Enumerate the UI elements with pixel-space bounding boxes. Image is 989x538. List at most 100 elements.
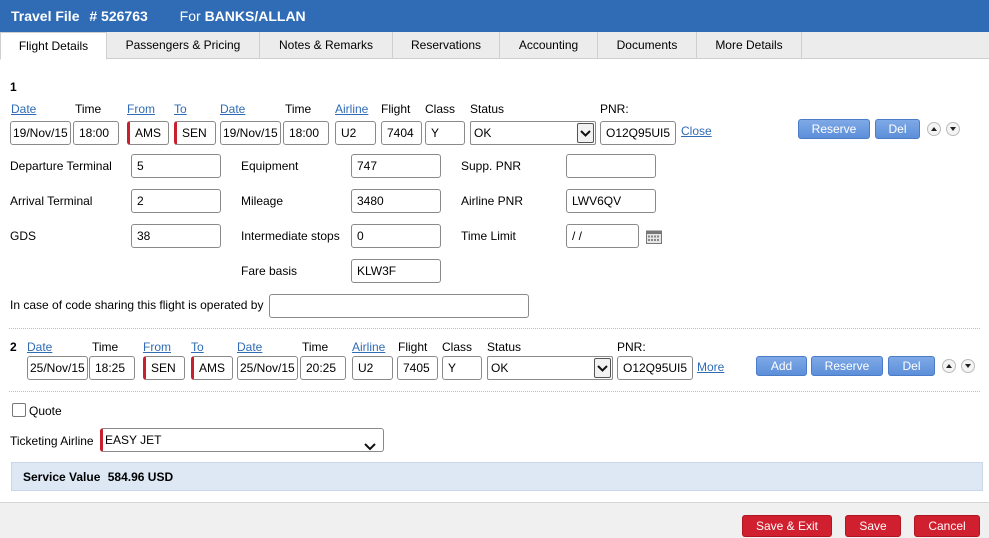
- gds-input[interactable]: 38: [131, 224, 221, 248]
- supp-pnr-input[interactable]: [566, 154, 656, 178]
- arrival-terminal-input[interactable]: 2: [131, 189, 221, 213]
- time-header: Time: [75, 102, 102, 116]
- class-input[interactable]: Y: [442, 356, 482, 380]
- time-limit-input[interactable]: / /: [566, 224, 639, 248]
- quote-checkbox[interactable]: [12, 403, 26, 417]
- pnr-input[interactable]: O12Q95UI5: [617, 356, 693, 380]
- airline-header-link[interactable]: Airline: [352, 340, 385, 354]
- status-select[interactable]: OK: [487, 356, 613, 380]
- arrival-time-input[interactable]: 18:00: [283, 121, 329, 145]
- time-header: Time: [285, 102, 312, 116]
- segment-number: 1: [10, 80, 17, 94]
- arrival-date-input[interactable]: 25/Nov/15: [237, 356, 298, 380]
- tab-bar: Flight Details Passengers & Pricing Note…: [0, 32, 989, 60]
- ticketing-airline-select[interactable]: EASY JET: [100, 428, 384, 452]
- tab-reservations[interactable]: Reservations: [393, 32, 500, 59]
- reserve-button[interactable]: Reserve: [811, 356, 883, 376]
- more-link[interactable]: More: [697, 360, 724, 374]
- tab-more-details[interactable]: More Details: [697, 32, 802, 59]
- supp-pnr-label: Supp. PNR: [461, 159, 522, 173]
- client-heading: For BANKS/ALLAN: [180, 8, 306, 24]
- intermediate-stops-input[interactable]: 0: [351, 224, 441, 248]
- reserve-button[interactable]: Reserve: [798, 119, 870, 139]
- file-number: # 526763: [89, 8, 148, 24]
- arrow-down-icon: [950, 127, 956, 131]
- cancel-button[interactable]: Cancel: [914, 515, 980, 537]
- segment-number: 2: [10, 340, 17, 354]
- tab-documents[interactable]: Documents: [598, 32, 697, 59]
- equipment-label: Equipment: [241, 159, 299, 173]
- flight-number-input[interactable]: 7404: [381, 121, 422, 145]
- date-header-link[interactable]: Date: [220, 102, 245, 116]
- chevron-down-icon: [594, 358, 611, 378]
- time-header: Time: [92, 340, 119, 354]
- tab-accounting[interactable]: Accounting: [500, 32, 598, 59]
- departure-terminal-input[interactable]: 5: [131, 154, 221, 178]
- arrival-date-input[interactable]: 19/Nov/15: [220, 121, 281, 145]
- arrow-down-icon: [965, 364, 971, 368]
- mileage-input[interactable]: 3480: [351, 189, 441, 213]
- from-airport-input[interactable]: AMS: [127, 121, 169, 145]
- client-name: BANKS/ALLAN: [204, 8, 306, 24]
- close-link[interactable]: Close: [681, 124, 712, 138]
- code-share-input[interactable]: [269, 294, 529, 318]
- date-header-link[interactable]: Date: [11, 102, 36, 116]
- from-airport-input[interactable]: SEN: [143, 356, 185, 380]
- departure-date-input[interactable]: 19/Nov/15: [10, 121, 71, 145]
- class-input[interactable]: Y: [425, 121, 465, 145]
- airline-pnr-input[interactable]: LWV6QV: [566, 189, 656, 213]
- code-share-label: In case of code sharing this flight is o…: [10, 298, 264, 312]
- to-airport-input[interactable]: SEN: [174, 121, 216, 145]
- airline-pnr-label: Airline PNR: [461, 194, 524, 208]
- add-button[interactable]: Add: [756, 356, 807, 376]
- ticketing-airline-label: Ticketing Airline: [10, 434, 94, 448]
- status-value: OK: [491, 361, 509, 375]
- date-header-link[interactable]: Date: [27, 340, 52, 354]
- fare-basis-input[interactable]: KLW3F: [351, 259, 441, 283]
- status-value: OK: [474, 126, 492, 140]
- delete-button[interactable]: Del: [875, 119, 920, 139]
- from-header-link[interactable]: From: [127, 102, 155, 116]
- flight-number-input[interactable]: 7405: [397, 356, 438, 380]
- pnr-header: PNR:: [617, 340, 646, 354]
- airline-input[interactable]: U2: [335, 121, 376, 145]
- departure-date-input[interactable]: 25/Nov/15: [27, 356, 88, 380]
- intermediate-stops-label: Intermediate stops: [241, 229, 340, 243]
- time-limit-label: Time Limit: [461, 229, 516, 243]
- arrow-up-icon: [931, 127, 937, 131]
- airline-input[interactable]: U2: [352, 356, 393, 380]
- service-value-label: Service Value: [23, 470, 101, 484]
- save-exit-button[interactable]: Save & Exit: [742, 515, 832, 537]
- move-up-button[interactable]: [942, 359, 956, 373]
- to-header-link[interactable]: To: [191, 340, 204, 354]
- to-header-link[interactable]: To: [174, 102, 187, 116]
- departure-time-input[interactable]: 18:25: [89, 356, 135, 380]
- tab-notes-remarks[interactable]: Notes & Remarks: [260, 32, 393, 59]
- divider: [9, 391, 980, 392]
- tab-passengers-pricing[interactable]: Passengers & Pricing: [107, 32, 260, 59]
- tab-flight-details[interactable]: Flight Details: [0, 32, 107, 60]
- status-header: Status: [470, 102, 505, 116]
- chevron-down-icon: [364, 436, 376, 458]
- move-up-button[interactable]: [927, 122, 941, 136]
- save-button[interactable]: Save: [845, 515, 901, 537]
- title-bar: Travel File # 526763 For BANKS/ALLAN: [0, 0, 989, 32]
- from-header-link[interactable]: From: [143, 340, 171, 354]
- arrow-up-icon: [946, 364, 952, 368]
- flight-header: Flight: [398, 340, 428, 354]
- to-airport-input[interactable]: AMS: [191, 356, 233, 380]
- service-value-amount: 584.96 USD: [107, 470, 174, 484]
- calendar-icon[interactable]: [646, 229, 662, 244]
- date-header-link[interactable]: Date: [237, 340, 262, 354]
- time-header: Time: [302, 340, 329, 354]
- equipment-input[interactable]: 747: [351, 154, 441, 178]
- move-down-button[interactable]: [946, 122, 960, 136]
- pnr-input[interactable]: O12Q95UI5: [600, 121, 676, 145]
- departure-time-input[interactable]: 18:00: [73, 121, 119, 145]
- class-header: Class: [425, 102, 456, 116]
- status-select[interactable]: OK: [470, 121, 596, 145]
- move-down-button[interactable]: [961, 359, 975, 373]
- delete-button[interactable]: Del: [888, 356, 935, 376]
- arrival-time-input[interactable]: 20:25: [300, 356, 346, 380]
- airline-header-link[interactable]: Airline: [335, 102, 368, 116]
